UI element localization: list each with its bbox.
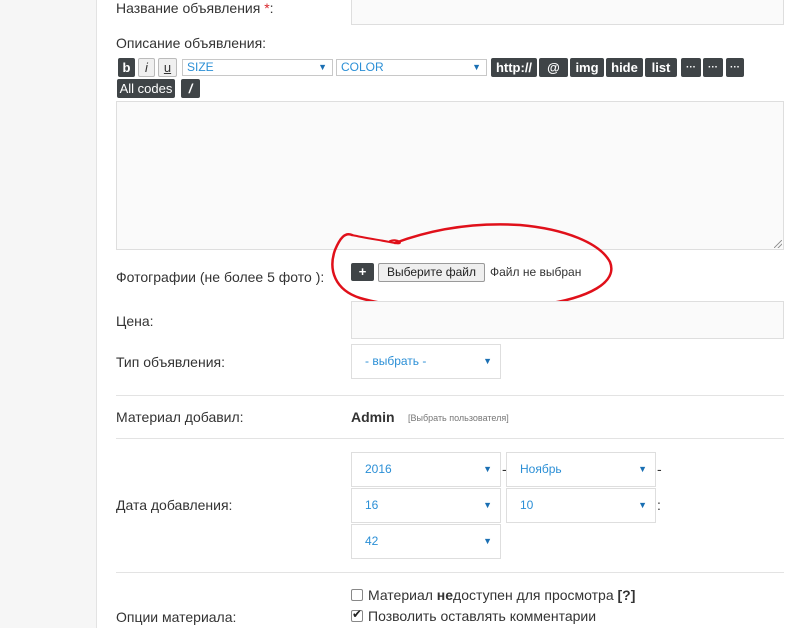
more-button-2[interactable]: ··· xyxy=(703,58,723,77)
hour-select[interactable]: 10 ▼ xyxy=(506,488,656,523)
chevron-down-icon: ▼ xyxy=(472,62,481,72)
date-separator: - xyxy=(657,461,662,477)
size-select[interactable]: SIZE ▼ xyxy=(182,59,333,76)
price-label: Цена: xyxy=(116,313,154,329)
title-input[interactable] xyxy=(351,0,784,25)
img-button[interactable]: img xyxy=(570,58,604,77)
chevron-down-icon: ▼ xyxy=(483,464,492,474)
hide-button[interactable]: hide xyxy=(606,58,643,77)
chevron-down-icon: ▼ xyxy=(483,536,492,546)
day-select[interactable]: 16 ▼ xyxy=(351,488,501,523)
type-select[interactable]: - выбрать - ▼ xyxy=(351,344,501,379)
bold-button[interactable]: b xyxy=(118,58,135,77)
divider xyxy=(116,438,784,439)
divider xyxy=(116,572,784,573)
all-codes-button[interactable]: All codes xyxy=(117,79,175,98)
resize-grip-icon[interactable] xyxy=(774,240,782,248)
chevron-down-icon: ▼ xyxy=(638,464,647,474)
minute-select[interactable]: 42 ▼ xyxy=(351,524,501,559)
left-gutter xyxy=(0,0,97,628)
added-by-label: Материал добавил: xyxy=(116,409,244,425)
options-label: Опции материала: xyxy=(116,609,237,625)
help-link[interactable]: [?] xyxy=(618,587,636,603)
url-button[interactable]: http:// xyxy=(491,58,537,77)
pick-user-link[interactable]: [Выбрать пользователя] xyxy=(408,413,509,423)
chevron-down-icon: ▼ xyxy=(638,500,647,510)
choose-file-button[interactable]: Выберите файл xyxy=(378,263,485,282)
slash-button[interactable]: / xyxy=(181,79,200,98)
comments-checkbox[interactable] xyxy=(351,607,363,622)
file-status: Файл не выбран xyxy=(490,265,582,279)
italic-button[interactable]: i xyxy=(138,58,155,77)
date-label: Дата добавления: xyxy=(116,497,233,513)
photos-label: Фотографии (не более 5 фото ): xyxy=(116,269,325,285)
more-button-3[interactable]: ··· xyxy=(726,58,744,77)
unavailable-checkbox[interactable] xyxy=(351,589,363,601)
time-separator: : xyxy=(657,497,661,513)
comments-option-label: Позволить оставлять комментарии xyxy=(368,608,597,624)
color-select[interactable]: COLOR ▼ xyxy=(336,59,487,76)
list-button[interactable]: list xyxy=(645,58,677,77)
description-textarea[interactable] xyxy=(116,101,784,250)
underline-button[interactable]: u xyxy=(158,58,177,77)
add-photo-button[interactable]: + xyxy=(351,263,374,281)
month-select[interactable]: Ноябрь ▼ xyxy=(506,452,656,487)
type-label: Тип объявления: xyxy=(116,354,225,370)
price-input[interactable] xyxy=(351,301,784,339)
more-button-1[interactable]: ··· xyxy=(681,58,701,77)
unavailable-option-label: Материал недоступен для просмотра [?] xyxy=(368,587,636,603)
description-label: Описание объявления: xyxy=(116,35,267,51)
chevron-down-icon: ▼ xyxy=(483,356,492,366)
chevron-down-icon: ▼ xyxy=(483,500,492,510)
year-select[interactable]: 2016 ▼ xyxy=(351,452,501,487)
author-name: Admin xyxy=(351,409,395,425)
chevron-down-icon: ▼ xyxy=(318,62,327,72)
email-button[interactable]: @ xyxy=(539,58,568,77)
divider xyxy=(116,395,784,396)
title-label: Название объявления *: xyxy=(116,0,274,16)
